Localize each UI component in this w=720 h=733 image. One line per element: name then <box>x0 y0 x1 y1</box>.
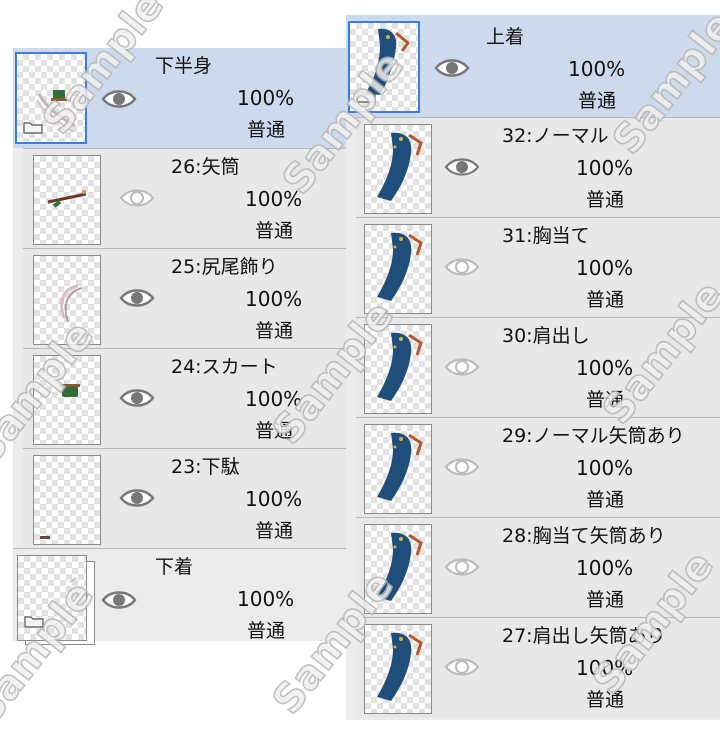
group-opacity: 100% <box>568 57 626 81</box>
layer-thumbnail <box>364 124 432 214</box>
layer-opacity: 100% <box>576 256 634 280</box>
group-opacity: 100% <box>237 86 295 110</box>
layer-thumbnail <box>364 424 432 514</box>
layer-row[interactable]: 27:肩出し矢筒あり 100% 普通 <box>356 617 720 718</box>
layer-name: 28:胸当て矢筒あり <box>502 525 666 547</box>
layer-thumbnail <box>364 624 432 714</box>
group-blend-mode[interactable]: 普通 <box>247 118 285 142</box>
group-opacity: 100% <box>237 587 295 611</box>
layer-opacity: 100% <box>576 556 634 580</box>
left-layers-panel: 下半身 100% 普通 26:矢筒 100% 普通 25:尻尾飾り 100% 普… <box>13 48 349 645</box>
layer-name: 32:ノーマル <box>502 125 609 147</box>
eye-icon[interactable] <box>444 356 480 378</box>
eye-icon[interactable] <box>119 187 155 209</box>
layer-thumbnail <box>364 524 432 614</box>
layer-row-23[interactable]: 23:下駄 100% 普通 <box>23 448 349 549</box>
folder-icon <box>24 616 44 628</box>
thumbnail-artwork <box>377 332 423 401</box>
layer-row-26[interactable]: 26:矢筒 100% 普通 <box>23 148 349 249</box>
layer-name: 23:下駄 <box>171 456 240 478</box>
layer-thumbnail <box>17 555 87 641</box>
eye-icon[interactable] <box>119 387 155 409</box>
group-blend-mode[interactable]: 普通 <box>578 89 616 113</box>
layer-row[interactable]: 31:胸当て 100% 普通 <box>356 217 720 318</box>
thumbnail-artwork <box>40 536 50 539</box>
folder-icon <box>23 122 43 134</box>
thumbnail-artwork <box>377 532 423 601</box>
layer-thumbnail <box>33 255 101 345</box>
layer-thumbnail <box>33 355 101 445</box>
layer-thumbnail <box>348 21 420 113</box>
eye-icon[interactable] <box>444 556 480 578</box>
layer-opacity: 100% <box>576 156 634 180</box>
layer-opacity: 100% <box>245 387 303 411</box>
layer-row[interactable]: 28:胸当て矢筒あり 100% 普通 <box>356 517 720 618</box>
layer-opacity: 100% <box>245 187 303 211</box>
layer-thumbnail <box>33 155 101 245</box>
layer-name: 24:スカート <box>171 356 278 378</box>
layer-blend-mode[interactable]: 普通 <box>255 319 293 343</box>
layer-blend-mode[interactable]: 普通 <box>586 488 624 512</box>
layer-blend-mode[interactable]: 普通 <box>586 188 624 212</box>
layer-opacity: 100% <box>576 456 634 480</box>
layer-thumbnail <box>364 324 432 414</box>
folder-icon <box>356 91 376 103</box>
layer-row[interactable]: 30:肩出し 100% 普通 <box>356 317 720 418</box>
layer-blend-mode[interactable]: 普通 <box>255 419 293 443</box>
layer-row[interactable]: 29:ノーマル矢筒あり 100% 普通 <box>356 417 720 518</box>
eye-icon[interactable] <box>444 156 480 178</box>
group-name: 上着 <box>486 26 525 48</box>
layer-opacity: 100% <box>245 287 303 311</box>
layer-name: 31:胸当て <box>502 225 590 247</box>
group-row-outerwear[interactable]: 上着 100% 普通 <box>346 15 720 117</box>
group-blend-mode[interactable]: 普通 <box>247 619 285 643</box>
layer-blend-mode[interactable]: 普通 <box>586 288 624 312</box>
eye-icon[interactable] <box>444 456 480 478</box>
layer-blend-mode[interactable]: 普通 <box>586 588 624 612</box>
layer-blend-mode[interactable]: 普通 <box>255 219 293 243</box>
layer-thumbnail <box>15 52 87 144</box>
layer-thumbnail <box>364 224 432 314</box>
layer-name: 26:矢筒 <box>171 156 240 178</box>
layer-name: 27:肩出し矢筒あり <box>502 625 666 647</box>
group-row-underwear[interactable]: 下着 100% 普通 <box>13 548 349 645</box>
layer-blend-mode[interactable]: 普通 <box>255 519 293 543</box>
eye-icon[interactable] <box>101 88 137 110</box>
eye-icon[interactable] <box>119 287 155 309</box>
layer-blend-mode[interactable]: 普通 <box>586 688 624 712</box>
thumbnail-artwork <box>60 384 80 397</box>
layer-name: 29:ノーマル矢筒あり <box>502 425 685 447</box>
eye-icon[interactable] <box>444 256 480 278</box>
layer-row-24[interactable]: 24:スカート 100% 普通 <box>23 348 349 449</box>
eye-icon[interactable] <box>434 57 470 79</box>
layer-opacity: 100% <box>245 487 303 511</box>
group-row-lower-body[interactable]: 下半身 100% 普通 <box>13 48 349 148</box>
layer-name: 25:尻尾飾り <box>171 256 278 278</box>
eye-icon[interactable] <box>444 656 480 678</box>
layer-opacity: 100% <box>576 356 634 380</box>
thumbnail-artwork <box>377 232 423 301</box>
group-name: 下半身 <box>155 55 213 77</box>
layer-name: 30:肩出し <box>502 325 590 347</box>
eye-icon[interactable] <box>119 487 155 509</box>
thumbnail-artwork <box>47 190 87 208</box>
layer-thumbnail <box>33 455 101 545</box>
right-layers-panel: 上着 100% 普通 32:ノーマル 100% 普通 31:胸当て 100% 普通 30:肩… <box>346 15 720 720</box>
eye-icon[interactable] <box>101 589 137 611</box>
thumbnail-artwork <box>377 632 423 701</box>
thumbnail-artwork <box>377 432 423 501</box>
layer-opacity: 100% <box>576 656 634 680</box>
group-name: 下着 <box>155 556 194 578</box>
thumbnail-artwork <box>60 284 83 323</box>
layer-blend-mode[interactable]: 普通 <box>586 388 624 412</box>
thumbnail-artwork <box>377 132 423 201</box>
layer-row-25[interactable]: 25:尻尾飾り 100% 普通 <box>23 248 349 349</box>
layer-row[interactable]: 32:ノーマル 100% 普通 <box>356 117 720 218</box>
